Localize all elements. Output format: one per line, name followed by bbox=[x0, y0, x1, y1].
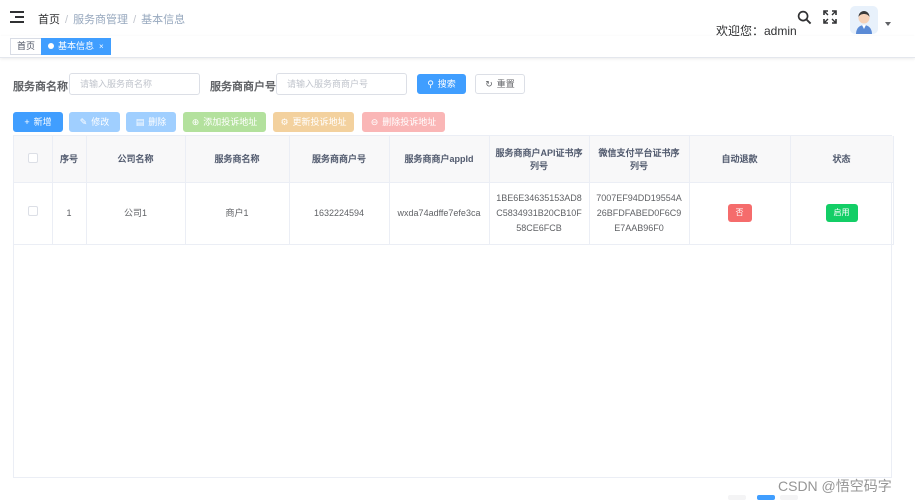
merchant-id-label: 服务商商户号 bbox=[210, 81, 276, 93]
select-all-checkbox[interactable] bbox=[27, 152, 38, 163]
column-header: 微信支付平台证书序列号 bbox=[589, 136, 690, 183]
platform-cert-cell: 7007EF94DD19554A26BFDFABED0F6C9E7AAB96F0 bbox=[589, 182, 690, 245]
add-complaint-address-button[interactable]: ⊕ 添加投诉地址 bbox=[183, 112, 266, 132]
tag-close-icon[interactable]: × bbox=[99, 42, 104, 51]
watermark: CSDN @悟空码字 bbox=[778, 478, 892, 494]
breadcrumb-basic-info: 基本信息 bbox=[141, 14, 186, 26]
column-header: 服务商商户号 bbox=[289, 136, 390, 183]
row-checkbox[interactable] bbox=[27, 205, 38, 216]
edit-icon: ✎ bbox=[79, 117, 88, 127]
delete-complaint-address-button[interactable]: ⊖ 删除投诉地址 bbox=[362, 112, 445, 132]
hamburger-menu-icon[interactable] bbox=[10, 11, 24, 23]
provider-name-cell: 商户1 bbox=[185, 182, 290, 245]
table-row[interactable]: 1 公司1 商户1 1632224594 wxda74adffe7efe3ca … bbox=[14, 182, 894, 245]
minus-circle-icon: ⊖ bbox=[370, 117, 379, 127]
tag-home[interactable]: 首页 bbox=[10, 38, 43, 55]
update-complaint-address-button[interactable]: ⚙ 更新投诉地址 bbox=[273, 112, 354, 132]
index-cell: 1 bbox=[52, 182, 87, 245]
appid-cell: wxda74adffe7efe3ca bbox=[389, 182, 490, 245]
trash-icon: ▤ bbox=[135, 117, 145, 127]
user-avatar[interactable] bbox=[850, 6, 878, 34]
search-icon[interactable] bbox=[797, 10, 812, 25]
tags-view: 首页 基本信息 × bbox=[0, 36, 915, 58]
column-header: 服务商名称 bbox=[185, 136, 290, 183]
tag-basic-info[interactable]: 基本信息 × bbox=[41, 38, 111, 55]
delete-button[interactable]: ▤ 删除 bbox=[126, 112, 176, 132]
merchant-id-cell: 1632224594 bbox=[289, 182, 390, 245]
column-header: 公司名称 bbox=[86, 136, 186, 183]
column-header: 序号 bbox=[52, 136, 87, 183]
column-header: 自动退款 bbox=[689, 136, 791, 183]
edit-button[interactable]: ✎ 修改 bbox=[69, 112, 120, 132]
provider-table: 序号 公司名称 服务商名称 服务商商户号 服务商商户appId 服务商商户API… bbox=[13, 135, 894, 478]
provider-name-input[interactable]: 请输入服务商名称 bbox=[69, 73, 200, 95]
active-dot-icon bbox=[48, 43, 54, 49]
row-select-cell bbox=[14, 182, 53, 245]
search-icon: ⚲ bbox=[427, 79, 434, 89]
breadcrumb-provider-management: 服务商管理 bbox=[73, 14, 129, 26]
breadcrumb-home[interactable]: 首页 bbox=[38, 14, 60, 26]
user-dropdown-caret-icon[interactable] bbox=[885, 22, 891, 26]
auto-refund-cell: 否 bbox=[689, 182, 791, 245]
company-cell: 公司1 bbox=[86, 182, 186, 245]
status-cell: 启用 bbox=[790, 182, 894, 245]
provider-name-label: 服务商名称 bbox=[13, 81, 68, 93]
api-cert-cell: 1BE6E34635153AD8C5834931B20CB10F58CE6FCB bbox=[489, 182, 590, 245]
merchant-id-input[interactable]: 请输入服务商商户号 bbox=[276, 73, 407, 95]
top-navbar: 首页 / 服务商管理 / 基本信息 欢迎您：admin bbox=[0, 0, 915, 38]
pagination-next[interactable] bbox=[780, 495, 798, 500]
column-header: 状态 bbox=[790, 136, 894, 183]
pagination-prev[interactable] bbox=[728, 495, 746, 500]
column-header: 服务商商户API证书序列号 bbox=[489, 136, 590, 183]
plus-circle-icon: ⊕ bbox=[191, 117, 200, 127]
status-badge[interactable]: 启用 bbox=[825, 204, 858, 222]
auto-refund-badge[interactable]: 否 bbox=[727, 204, 752, 222]
fullscreen-icon[interactable] bbox=[823, 10, 837, 24]
column-header: 服务商商户appId bbox=[389, 136, 490, 183]
add-button[interactable]: + 新增 bbox=[13, 112, 63, 132]
reset-button[interactable]: ↻ 重置 bbox=[475, 74, 525, 94]
table-header-row: 序号 公司名称 服务商名称 服务商商户号 服务商商户appId 服务商商户API… bbox=[14, 136, 894, 183]
search-button[interactable]: ⚲ 搜索 bbox=[417, 74, 466, 94]
select-all-header bbox=[14, 136, 53, 183]
plus-icon: + bbox=[24, 117, 30, 127]
pagination-current-page[interactable] bbox=[757, 495, 775, 500]
gear-icon: ⚙ bbox=[280, 117, 289, 127]
refresh-icon: ↻ bbox=[485, 79, 493, 89]
breadcrumb: 首页 / 服务商管理 / 基本信息 bbox=[38, 14, 186, 26]
